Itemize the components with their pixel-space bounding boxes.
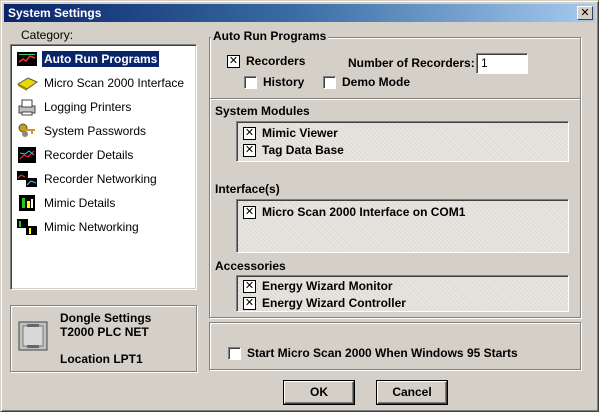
category-item-label: Mimic Details <box>44 196 116 210</box>
accessory-label: Energy Wizard Controller <box>262 296 406 310</box>
dongle-model: T2000 PLC NET <box>60 325 149 339</box>
system-modules-label: System Modules <box>215 104 310 118</box>
interfaces-label: Interface(s) <box>215 182 280 196</box>
interfaces-list[interactable]: ✕ Micro Scan 2000 Interface on COM1 <box>236 199 569 253</box>
category-item-label: Logging Printers <box>44 100 132 114</box>
history-checkbox[interactable] <box>244 75 257 89</box>
accessory-checkbox[interactable]: ✕ <box>243 296 256 310</box>
interface-item-com1[interactable]: ✕ Micro Scan 2000 Interface on COM1 <box>243 205 465 219</box>
module-label: Tag Data Base <box>262 143 344 157</box>
dongle-location: Location LPT1 <box>60 352 143 366</box>
number-of-recorders-label: Number of Recorders: <box>348 56 475 70</box>
system-modules-list[interactable]: ✕ Mimic Viewer ✕ Tag Data Base <box>236 121 569 162</box>
category-item-recorder-networking[interactable]: Recorder Networking <box>14 168 193 190</box>
monitor-chart-icon <box>16 50 38 68</box>
mimic-network-icon <box>16 218 38 236</box>
category-item-label: Recorder Networking <box>44 172 157 186</box>
dongle-settings-panel: Dongle Settings T2000 PLC NET Location L… <box>10 305 197 372</box>
module-checkbox[interactable]: ✕ <box>243 143 256 157</box>
startup-label: Start Micro Scan 2000 When Windows 95 St… <box>247 346 518 360</box>
recorders-label: Recorders <box>246 54 306 68</box>
dongle-icon <box>18 321 48 354</box>
demo-mode-checkbox-row[interactable]: Demo Mode <box>323 75 410 89</box>
close-icon[interactable]: ✕ <box>577 6 593 20</box>
accessory-item-monitor[interactable]: ✕ Energy Wizard Monitor <box>243 279 393 293</box>
category-item-mimic-networking[interactable]: Mimic Networking <box>14 216 193 238</box>
accessory-label: Energy Wizard Monitor <box>262 279 393 293</box>
keys-icon <box>16 122 38 140</box>
recorders-checkbox-row[interactable]: ✕ Recorders <box>227 54 305 68</box>
category-item-mimic-details[interactable]: Mimic Details <box>14 192 193 214</box>
startup-checkbox[interactable] <box>228 346 241 360</box>
demo-mode-label: Demo Mode <box>342 75 411 89</box>
category-item-label: Recorder Details <box>44 148 134 162</box>
interface-checkbox[interactable]: ✕ <box>243 205 256 219</box>
history-checkbox-row[interactable]: History <box>244 75 304 89</box>
auto-run-group-label: Auto Run Programs <box>211 29 329 43</box>
category-item-label: System Passwords <box>44 124 147 138</box>
category-label: Category: <box>21 28 74 42</box>
ok-button[interactable]: OK <box>284 381 354 404</box>
window-title: System Settings <box>8 6 102 20</box>
category-item-recorder-details[interactable]: Recorder Details <box>14 144 193 166</box>
category-item-label: Mimic Networking <box>44 220 139 234</box>
recorder-network-icon <box>16 170 38 188</box>
module-checkbox[interactable]: ✕ <box>243 126 256 140</box>
system-settings-dialog: System Settings ✕ Category: Auto Run Pro… <box>0 0 599 412</box>
dongle-title: Dongle Settings <box>60 311 152 325</box>
module-label: Mimic Viewer <box>262 126 338 140</box>
number-of-recorders-input[interactable]: 1 <box>476 53 528 74</box>
cancel-button[interactable]: Cancel <box>377 381 447 404</box>
interface-label: Micro Scan 2000 Interface on COM1 <box>262 205 466 219</box>
recorders-checkbox[interactable]: ✕ <box>227 54 240 68</box>
category-item-logging-printers[interactable]: Logging Printers <box>14 96 193 118</box>
category-list[interactable]: Auto Run Programs Micro Scan 2000 Interf… <box>10 44 197 290</box>
accessory-item-controller[interactable]: ✕ Energy Wizard Controller <box>243 296 406 310</box>
title-bar[interactable]: System Settings ✕ <box>4 4 595 22</box>
category-item-auto-run-programs[interactable]: Auto Run Programs <box>14 48 193 70</box>
recorder-icon <box>16 146 38 164</box>
demo-mode-checkbox[interactable] <box>323 75 336 89</box>
category-item-system-passwords[interactable]: System Passwords <box>14 120 193 142</box>
history-label: History <box>263 75 305 89</box>
module-item-mimic-viewer[interactable]: ✕ Mimic Viewer <box>243 126 338 140</box>
startup-checkbox-row[interactable]: Start Micro Scan 2000 When Windows 95 St… <box>228 346 518 360</box>
mimic-icon <box>16 194 38 212</box>
accessories-list[interactable]: ✕ Energy Wizard Monitor ✕ Energy Wizard … <box>236 275 569 312</box>
printer-icon <box>16 98 38 116</box>
accessories-label: Accessories <box>215 259 286 273</box>
interface-card-icon <box>16 74 39 92</box>
accessory-checkbox[interactable]: ✕ <box>243 279 256 293</box>
module-item-tag-data-base[interactable]: ✕ Tag Data Base <box>243 143 344 157</box>
category-item-label: Micro Scan 2000 Interface <box>44 76 185 90</box>
category-item-micro-scan-interface[interactable]: Micro Scan 2000 Interface <box>14 72 193 94</box>
category-item-label: Auto Run Programs <box>42 51 160 67</box>
